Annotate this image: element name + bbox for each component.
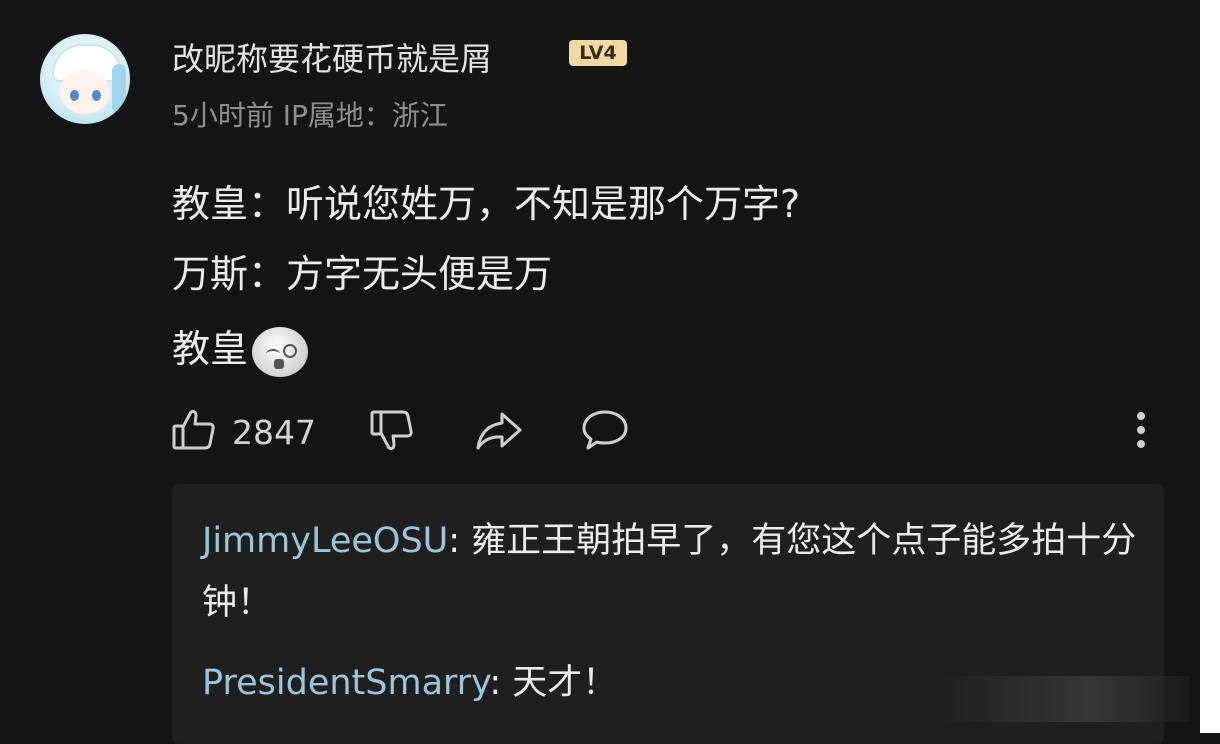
level-badge: LV4: [569, 40, 627, 66]
share-button[interactable]: [474, 404, 524, 460]
user-avatar[interactable]: [40, 34, 130, 124]
dizzy-face-emoji-icon: [252, 326, 309, 377]
reply-button[interactable]: [580, 404, 630, 460]
avatar-side-hair: [112, 64, 126, 114]
thumbs-up-icon: [170, 406, 218, 458]
like-count: 2847: [232, 412, 316, 452]
dislike-button[interactable]: [368, 404, 416, 460]
avatar-right-eye: [92, 90, 101, 101]
reply-text: : 天才！: [489, 663, 618, 703]
share-arrow-icon: [474, 406, 524, 458]
comment-username[interactable]: 改昵称要花硬币就是屑: [172, 34, 492, 80]
reply-author-link[interactable]: PresidentSmarry: [202, 663, 489, 703]
more-options-button[interactable]: [1126, 404, 1156, 460]
avatar-face: [60, 70, 110, 114]
comment-line-3-text: 教皇: [172, 327, 249, 371]
reply-author-link[interactable]: JimmyLeeOSU: [202, 521, 448, 561]
thumbs-down-icon: [368, 406, 416, 458]
comment-bubble-icon: [580, 406, 630, 458]
watermark-overlay: [940, 676, 1190, 722]
comment-line-3: 教皇: [172, 318, 309, 377]
comment-line-2: 万斯：方字无头便是万: [172, 252, 553, 296]
comment-meta: 5小时前 IP属地：浙江: [172, 99, 448, 132]
avatar-left-eye: [70, 90, 79, 101]
like-button[interactable]: 2847: [170, 404, 316, 460]
comment-line-1: 教皇：听说您姓万，不知是那个万字?: [172, 182, 801, 226]
more-vertical-icon: [1126, 406, 1156, 458]
right-edge-strip: [1200, 0, 1220, 733]
reply-item: JimmyLeeOSU: 雍正王朝拍早了，有您这个点子能多拍十分钟！: [202, 510, 1142, 634]
cut-off-reply-row: [202, 720, 402, 740]
